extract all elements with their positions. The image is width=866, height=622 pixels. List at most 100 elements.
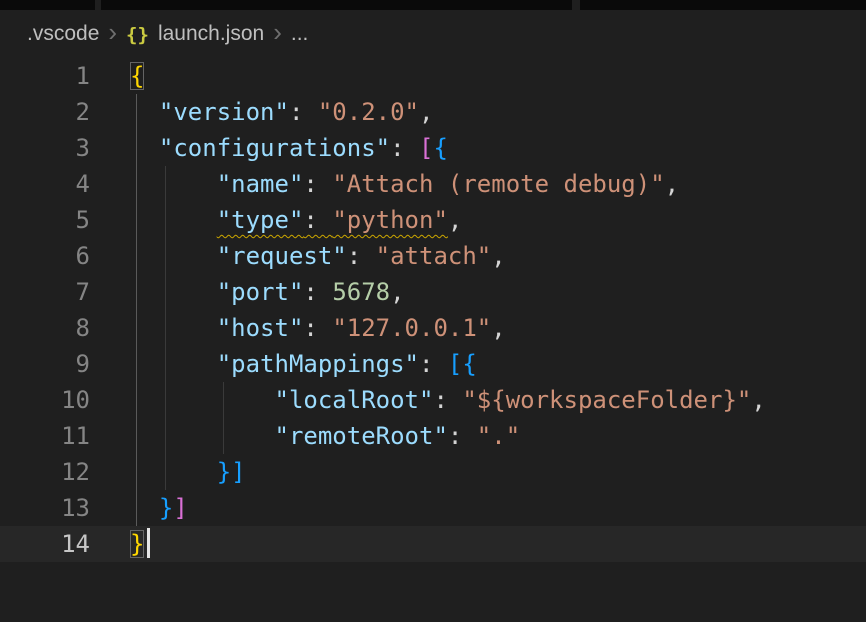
line-number[interactable]: 2 <box>0 94 90 130</box>
code-token: "localRoot" <box>275 386 434 414</box>
matched-bracket: } <box>130 530 144 558</box>
code-token: "${workspaceFolder}" <box>462 386 751 414</box>
code-token: "configurations" <box>159 134 390 162</box>
code-token: } <box>217 458 231 486</box>
code-line[interactable]: 9 "pathMappings": [{ <box>0 346 866 382</box>
code-token: "version" <box>159 98 289 126</box>
code-text[interactable]: }] <box>90 490 188 526</box>
line-number[interactable]: 9 <box>0 346 90 382</box>
code-line[interactable]: 14} <box>0 526 866 562</box>
code-token: : <box>347 242 376 270</box>
code-token: , <box>665 170 679 198</box>
code-token: : <box>433 386 462 414</box>
code-text[interactable]: "localRoot": "${workspaceFolder}", <box>90 382 766 418</box>
code-token: "name" <box>217 170 304 198</box>
code-line[interactable]: 6 "request": "attach", <box>0 238 866 274</box>
code-text[interactable]: "port": 5678, <box>90 274 405 310</box>
code-text[interactable]: "name": "Attach (remote debug)", <box>90 166 679 202</box>
line-number[interactable]: 4 <box>0 166 90 202</box>
code-token: 5678 <box>332 278 390 306</box>
breadcrumb-file[interactable]: launch.json <box>158 22 264 46</box>
line-number[interactable]: 1 <box>0 58 90 94</box>
indent-guide <box>223 382 224 454</box>
tab-edge-segment <box>580 0 866 10</box>
code-token: "port" <box>217 278 304 306</box>
code-token: [ <box>448 350 462 378</box>
code-token: : <box>419 350 448 378</box>
code-token: "Attach (remote debug)" <box>332 170 664 198</box>
code-text[interactable]: "version": "0.2.0", <box>90 94 433 130</box>
code-token: , <box>448 206 462 234</box>
code-token: , <box>419 98 433 126</box>
code-line[interactable]: 12 }] <box>0 454 866 490</box>
code-token: : <box>303 278 332 306</box>
code-line[interactable]: 5 "type": "python", <box>0 202 866 238</box>
matched-bracket: { <box>130 62 144 90</box>
code-token: : <box>448 422 477 450</box>
code-line[interactable]: 7 "port": 5678, <box>0 274 866 310</box>
line-number[interactable]: 13 <box>0 490 90 526</box>
code-token: : <box>390 134 419 162</box>
code-token: { <box>462 350 476 378</box>
line-number[interactable]: 11 <box>0 418 90 454</box>
code-token: "pathMappings" <box>217 350 419 378</box>
code-token: ] <box>173 494 187 522</box>
code-token: , <box>390 278 404 306</box>
text-cursor <box>147 528 150 558</box>
code-text[interactable]: "pathMappings": [{ <box>90 346 477 382</box>
code-token: : <box>303 206 332 234</box>
line-number[interactable]: 6 <box>0 238 90 274</box>
code-line[interactable]: 4 "name": "Attach (remote debug)", <box>0 166 866 202</box>
indent-guide <box>165 166 166 490</box>
code-token: "type" <box>217 206 304 234</box>
code-text[interactable]: "request": "attach", <box>90 238 506 274</box>
code-token: "127.0.0.1" <box>332 314 491 342</box>
code-text[interactable]: { <box>90 58 144 94</box>
code-token: "attach" <box>376 242 492 270</box>
code-token: "python" <box>332 206 448 234</box>
tab-bar-edge <box>0 0 866 10</box>
json-file-icon: {} <box>126 22 149 46</box>
code-token: , <box>491 314 505 342</box>
code-text[interactable]: } <box>90 526 150 562</box>
code-line[interactable]: 11 "remoteRoot": "." <box>0 418 866 454</box>
code-token: "remoteRoot" <box>275 422 448 450</box>
warning-squiggle: "type": "python" <box>217 206 448 234</box>
code-line[interactable]: 13 }] <box>0 490 866 526</box>
breadcrumb-folder[interactable]: .vscode <box>27 22 99 46</box>
code-token: "host" <box>217 314 304 342</box>
breadcrumb: .vscode › {} launch.json › ... <box>0 10 866 58</box>
code-text[interactable]: "host": "127.0.0.1", <box>90 310 506 346</box>
code-line[interactable]: 10 "localRoot": "${workspaceFolder}", <box>0 382 866 418</box>
code-token: { <box>433 134 447 162</box>
code-line[interactable]: 2 "version": "0.2.0", <box>0 94 866 130</box>
line-number[interactable]: 5 <box>0 202 90 238</box>
code-token: } <box>159 494 173 522</box>
tab-edge-segment <box>101 0 572 10</box>
code-token: , <box>491 242 505 270</box>
code-line[interactable]: 1{ <box>0 58 866 94</box>
code-token: "0.2.0" <box>318 98 419 126</box>
code-text[interactable]: "configurations": [{ <box>90 130 448 166</box>
line-number[interactable]: 8 <box>0 310 90 346</box>
line-number[interactable]: 12 <box>0 454 90 490</box>
code-token: : <box>303 314 332 342</box>
code-token: "request" <box>217 242 347 270</box>
editor[interactable]: 1{2 "version": "0.2.0",3 "configurations… <box>0 58 866 562</box>
code-text[interactable]: }] <box>90 454 246 490</box>
code-line[interactable]: 8 "host": "127.0.0.1", <box>0 310 866 346</box>
chevron-right-icon: › <box>273 19 282 49</box>
code-text[interactable]: "remoteRoot": "." <box>90 418 520 454</box>
breadcrumb-symbol[interactable]: ... <box>291 22 309 46</box>
tab-edge-segment <box>0 0 95 10</box>
code-token: : <box>289 98 318 126</box>
code-text[interactable]: "type": "python", <box>90 202 462 238</box>
line-number[interactable]: 7 <box>0 274 90 310</box>
line-number[interactable]: 14 <box>0 526 90 562</box>
chevron-right-icon: › <box>108 19 117 49</box>
line-number[interactable]: 10 <box>0 382 90 418</box>
code-line[interactable]: 3 "configurations": [{ <box>0 130 866 166</box>
code-token: "." <box>477 422 520 450</box>
line-number[interactable]: 3 <box>0 130 90 166</box>
code-token: : <box>303 170 332 198</box>
